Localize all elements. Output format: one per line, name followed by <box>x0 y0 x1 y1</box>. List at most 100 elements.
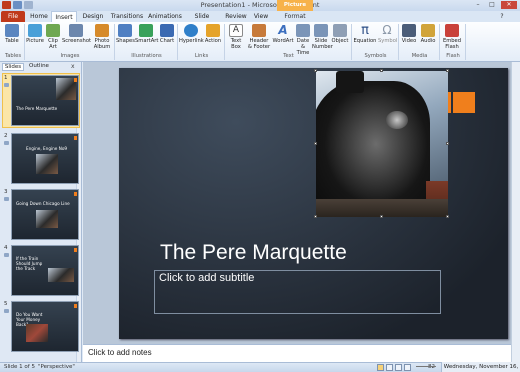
resize-handle[interactable] <box>446 69 449 72</box>
ribbon: Table Picture Clip Art Screenshot Photo … <box>0 22 520 62</box>
clip-art-icon <box>46 24 60 37</box>
tab-design[interactable]: Design <box>80 11 106 22</box>
slide-thumbnail-5[interactable]: 5 Do You Want Your Money Back? <box>2 299 80 353</box>
equation-button[interactable]: π Equation <box>353 24 377 44</box>
editor-vertical-scrollbar[interactable] <box>511 62 520 362</box>
group-links-label: Links <box>194 53 209 59</box>
tab-animations[interactable]: Animations <box>148 11 182 22</box>
group-symbols-label: Symbols <box>364 53 387 59</box>
resize-handle[interactable] <box>446 215 449 218</box>
group-tables-label: Tables <box>4 53 22 59</box>
minimize-button[interactable]: – <box>472 1 484 9</box>
group-media-label: Media <box>411 53 428 59</box>
locomotive-photo[interactable] <box>316 71 448 217</box>
tab-file[interactable]: File <box>1 11 25 22</box>
symbol-icon: Ω <box>382 23 392 37</box>
normal-view-button[interactable] <box>377 364 384 371</box>
tab-slides[interactable]: Slides <box>2 63 24 71</box>
tab-slide-show[interactable]: Slide Show <box>186 11 218 31</box>
slides-pane: Slides Outline x 1 The Pere Marquette 2 … <box>0 62 82 362</box>
group-flash-label: Flash <box>446 53 460 59</box>
equation-icon: π <box>361 23 369 38</box>
theme-name: "Perspective" <box>38 364 75 370</box>
symbol-button[interactable]: Ω Symbol <box>378 23 397 45</box>
video-icon <box>402 24 416 37</box>
tab-view[interactable]: View <box>252 11 270 22</box>
transition-icon <box>4 141 9 145</box>
audio-button[interactable]: Audio <box>419 24 437 44</box>
wordart-button[interactable]: A WordArt <box>272 23 294 45</box>
object-icon <box>333 24 347 37</box>
transition-icon <box>4 309 9 313</box>
hyperlink-button[interactable]: Hyperlink <box>179 24 204 44</box>
ribbon-tabs: File Home Insert Design Transitions Anim… <box>0 11 520 31</box>
maximize-button[interactable]: □ <box>486 1 498 9</box>
resize-handle[interactable] <box>380 215 383 218</box>
slide-thumbnail-1[interactable]: 1 The Pere Marquette <box>2 73 80 128</box>
group-illustrations-label: Illustrations <box>131 53 162 59</box>
slide-title[interactable]: The Pere Marquette <box>160 241 347 265</box>
resize-handle[interactable] <box>314 215 317 218</box>
transition-icon <box>4 83 9 87</box>
slide-number-icon <box>314 24 328 37</box>
photo-album-button[interactable]: Photo Album <box>91 24 113 50</box>
reading-view-button[interactable] <box>395 364 402 371</box>
accent-bar <box>453 92 475 113</box>
chart-icon <box>160 24 174 37</box>
tab-review[interactable]: Review <box>224 11 248 22</box>
resize-handle[interactable] <box>446 142 449 145</box>
slide-thumbnail-2[interactable]: 2 Engine, Engine No9 <box>2 131 80 185</box>
shapes-button[interactable]: Shapes <box>116 24 135 44</box>
resize-handle[interactable] <box>380 69 383 72</box>
screenshot-button[interactable]: Screenshot <box>62 24 91 44</box>
text-box-icon: A <box>229 24 243 37</box>
text-box-button[interactable]: A Text Box <box>226 24 246 50</box>
notes-placeholder: Click to add notes <box>88 348 152 357</box>
zoom-level[interactable]: 82 <box>428 364 435 370</box>
header-footer-icon <box>252 24 266 37</box>
shapes-icon <box>118 24 132 37</box>
zoom-slider[interactable] <box>416 366 436 367</box>
slide-thumbnail-4[interactable]: 4 If the Train Should Jump the Track <box>2 243 80 297</box>
clip-art-button[interactable]: Clip Art <box>45 24 61 50</box>
video-button[interactable]: Video <box>400 24 418 44</box>
tab-format[interactable]: Format <box>280 11 310 22</box>
object-button[interactable]: Object <box>331 24 349 44</box>
smartart-button[interactable]: SmartArt <box>135 24 158 44</box>
window-title: Presentation1 - Microsoft PowerPoint <box>200 1 320 9</box>
slide-count: Slide 1 of 5 <box>4 364 35 370</box>
action-icon <box>206 24 220 37</box>
slide-thumbnail-3[interactable]: 3 Going Down Chicago Line <box>2 187 80 241</box>
slide-show-view-button[interactable] <box>404 364 411 371</box>
tab-outline[interactable]: Outline <box>25 63 53 71</box>
help-icon[interactable]: ? <box>497 11 507 22</box>
resize-handle[interactable] <box>314 69 317 72</box>
header-footer-button[interactable]: Header & Footer <box>247 24 271 50</box>
close-pane-icon[interactable]: x <box>71 63 75 70</box>
thumbnail-photo <box>36 210 58 228</box>
resize-handle[interactable] <box>314 142 317 145</box>
table-icon <box>5 24 19 37</box>
tab-insert[interactable]: Insert <box>51 11 77 22</box>
slide-number-button[interactable]: Slide Number <box>312 24 333 50</box>
wordart-icon: A <box>278 23 288 37</box>
date-time-button[interactable]: Date & Time <box>295 24 311 56</box>
chart-button[interactable]: Chart <box>158 24 176 44</box>
tab-transitions[interactable]: Transitions <box>109 11 145 22</box>
close-button[interactable]: ✕ <box>501 1 517 9</box>
title-bar: Presentation1 - Microsoft PowerPoint Pic… <box>0 0 520 19</box>
action-button[interactable]: Action <box>204 24 222 44</box>
picture-button[interactable]: Picture <box>26 24 44 44</box>
hyperlink-icon <box>184 24 198 37</box>
notes-pane[interactable]: Click to add notes <box>83 344 511 362</box>
embed-flash-button[interactable]: Embed Flash <box>441 24 463 50</box>
slide-sorter-view-button[interactable] <box>386 364 393 371</box>
date-time-icon <box>296 24 310 37</box>
transition-icon <box>4 253 9 257</box>
transition-icon <box>4 197 9 201</box>
group-text-label: Text <box>283 53 294 59</box>
tab-home[interactable]: Home <box>28 11 50 22</box>
thumbnail-photo <box>36 154 58 174</box>
table-button[interactable]: Table <box>2 24 22 44</box>
picture-icon <box>28 24 42 37</box>
